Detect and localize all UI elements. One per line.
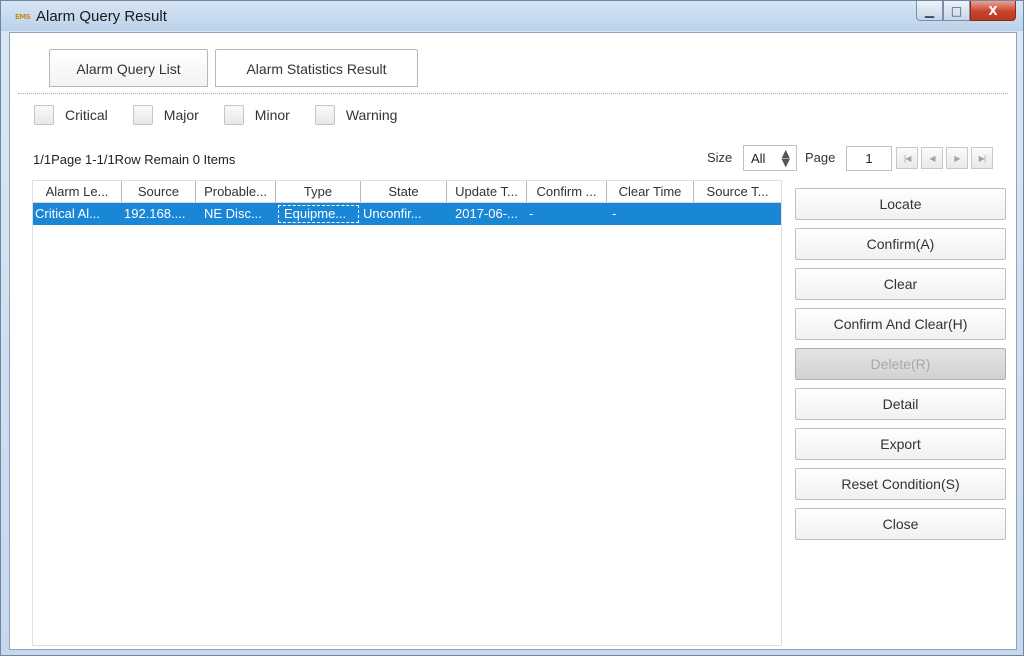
cell-confirm-time: - bbox=[529, 206, 534, 221]
close-window-button[interactable]: X bbox=[970, 1, 1016, 21]
page-size-value: All bbox=[751, 150, 766, 166]
window-controls: ▁ □ X bbox=[916, 1, 1016, 23]
confirm-button[interactable]: Confirm(A) bbox=[795, 228, 1006, 260]
column-header-alarm-level[interactable]: Alarm Le... bbox=[33, 181, 122, 202]
filter-warning[interactable]: Warning bbox=[314, 105, 398, 125]
tab-alarm-statistics-result[interactable]: Alarm Statistics Result bbox=[215, 49, 418, 87]
major-label: Major bbox=[163, 107, 199, 123]
first-page-icon[interactable]: |◀ bbox=[896, 147, 918, 169]
cell-type: Equipme... bbox=[276, 203, 361, 225]
locate-button[interactable]: Locate bbox=[795, 188, 1006, 220]
cell-clear-time: - bbox=[612, 206, 617, 221]
delete-button[interactable]: Delete(R) bbox=[795, 348, 1006, 380]
filter-critical[interactable]: Critical bbox=[34, 105, 108, 125]
critical-label: Critical bbox=[65, 107, 108, 123]
cell-source: 192.168.... bbox=[124, 206, 186, 221]
cell-state: Unconfir... bbox=[363, 206, 422, 221]
page-size-select[interactable]: All ▲ ▼ bbox=[743, 145, 797, 171]
filter-major[interactable]: Major bbox=[132, 105, 199, 125]
spinner-arrows-icon[interactable]: ▲ ▼ bbox=[782, 148, 790, 168]
table-row[interactable]: Critical Al... 192.168.... NE Disc... Eq… bbox=[33, 203, 781, 225]
filter-minor[interactable]: Minor bbox=[223, 105, 290, 125]
tab-divider bbox=[18, 93, 1008, 94]
title-bar[interactable]: EMS Alarm Query Result ▁ □ X bbox=[1, 1, 1023, 31]
cell-update-time: 2017-06-... bbox=[455, 206, 518, 221]
detail-button[interactable]: Detail bbox=[795, 388, 1006, 420]
alarm-query-window: EMS Alarm Query Result ▁ □ X Alarm Query… bbox=[0, 0, 1024, 656]
reset-condition-button[interactable]: Reset Condition(S) bbox=[795, 468, 1006, 500]
tab-alarm-query-list[interactable]: Alarm Query List bbox=[49, 49, 208, 87]
column-header-type[interactable]: Type bbox=[276, 181, 361, 202]
column-header-clear-time[interactable]: Clear Time bbox=[607, 181, 694, 202]
column-header-source-type[interactable]: Source T... bbox=[694, 181, 781, 202]
cell-alarm-level: Critical Al... bbox=[35, 206, 101, 221]
maximize-button[interactable]: □ bbox=[943, 1, 970, 21]
window-title: Alarm Query Result bbox=[36, 8, 167, 25]
client-area: Alarm Query List Alarm Statistics Result… bbox=[9, 32, 1017, 650]
minor-checkbox[interactable] bbox=[223, 105, 244, 125]
confirm-and-clear-button[interactable]: Confirm And Clear(H) bbox=[795, 308, 1006, 340]
warning-label: Warning bbox=[345, 107, 398, 123]
minimize-button[interactable]: ▁ bbox=[916, 1, 943, 21]
severity-filter-row: Critical Major Minor Warning bbox=[34, 105, 422, 125]
column-header-source[interactable]: Source bbox=[122, 181, 196, 202]
pagination-info: 1/1Page 1-1/1Row Remain 0 Items bbox=[33, 152, 236, 167]
close-button[interactable]: Close bbox=[795, 508, 1006, 540]
major-checkbox[interactable] bbox=[132, 105, 153, 125]
app-logo-icon: EMS bbox=[15, 13, 31, 21]
column-header-update-time[interactable]: Update T... bbox=[447, 181, 527, 202]
column-header-probable-cause[interactable]: Probable... bbox=[196, 181, 276, 202]
column-header-confirm-time[interactable]: Confirm ... bbox=[527, 181, 607, 202]
page-number-label: Page bbox=[805, 150, 836, 165]
last-page-icon[interactable]: ▶| bbox=[971, 147, 993, 169]
prev-page-icon[interactable]: ◀ bbox=[921, 147, 943, 169]
critical-checkbox[interactable] bbox=[34, 105, 54, 125]
warning-checkbox[interactable] bbox=[314, 105, 335, 125]
export-button[interactable]: Export bbox=[795, 428, 1006, 460]
cell-source-type bbox=[694, 203, 781, 225]
minor-label: Minor bbox=[254, 107, 290, 123]
cell-probable-cause: NE Disc... bbox=[204, 206, 262, 221]
clear-button[interactable]: Clear bbox=[795, 268, 1006, 300]
table-header: Alarm Le... Source Probable... Type Stat… bbox=[33, 181, 781, 203]
next-page-icon[interactable]: ▶ bbox=[946, 147, 968, 169]
page-number-input[interactable]: 1 bbox=[846, 146, 892, 171]
page-size-label: Size bbox=[707, 150, 733, 165]
alarm-table: Alarm Le... Source Probable... Type Stat… bbox=[32, 180, 782, 646]
column-header-state[interactable]: State bbox=[361, 181, 447, 202]
